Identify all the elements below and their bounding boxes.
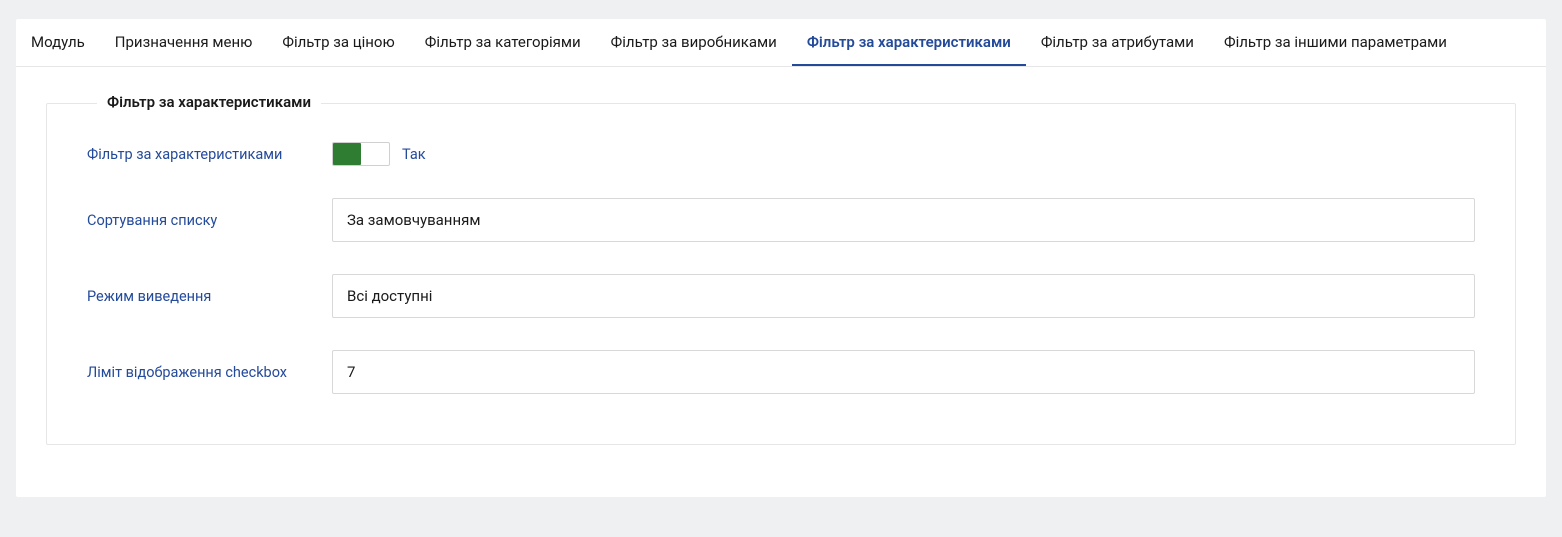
control-limit xyxy=(332,350,1475,394)
settings-panel: Модуль Призначення меню Фільтр за ціною … xyxy=(16,19,1546,497)
tab-module[interactable]: Модуль xyxy=(16,19,100,66)
tab-filter-characteristics[interactable]: Фільтр за характеристиками xyxy=(792,19,1026,66)
tab-filter-price[interactable]: Фільтр за ціною xyxy=(267,19,409,66)
label-sort: Сортування списку xyxy=(87,212,332,229)
tab-filter-manufacturers[interactable]: Фільтр за виробниками xyxy=(596,19,792,66)
row-enable-filter: Фільтр за характеристиками Так xyxy=(47,142,1515,166)
label-mode: Режим виведення xyxy=(87,288,332,305)
toggle-enable-filter[interactable] xyxy=(332,142,390,166)
label-limit: Ліміт відображення checkbox xyxy=(87,364,332,381)
toggle-state-text: Так xyxy=(402,146,426,163)
fieldset-characteristics: Фільтр за характеристиками Фільтр за хар… xyxy=(46,103,1516,445)
select-sort[interactable]: За замовчуванням xyxy=(332,198,1475,242)
fieldset-legend: Фільтр за характеристиками xyxy=(97,93,321,111)
control-sort: За замовчуванням xyxy=(332,198,1475,242)
row-limit: Ліміт відображення checkbox xyxy=(47,350,1515,394)
toggle-knob-icon xyxy=(333,143,361,165)
tabs-bar: Модуль Призначення меню Фільтр за ціною … xyxy=(16,19,1546,67)
tab-filter-categories[interactable]: Фільтр за категоріями xyxy=(410,19,596,66)
select-mode[interactable]: Всі доступні xyxy=(332,274,1475,318)
tab-filter-other[interactable]: Фільтр за іншими параметрами xyxy=(1209,19,1462,66)
row-sort: Сортування списку За замовчуванням xyxy=(47,198,1515,242)
label-enable-filter: Фільтр за характеристиками xyxy=(87,146,332,163)
tab-content: Фільтр за характеристиками Фільтр за хар… xyxy=(16,67,1546,497)
tab-menu-assignment[interactable]: Призначення меню xyxy=(100,19,268,66)
row-mode: Режим виведення Всі доступні xyxy=(47,274,1515,318)
tab-filter-attributes[interactable]: Фільтр за атрибутами xyxy=(1026,19,1209,66)
input-limit[interactable] xyxy=(332,350,1475,394)
control-mode: Всі доступні xyxy=(332,274,1475,318)
control-enable-filter: Так xyxy=(332,142,1475,166)
